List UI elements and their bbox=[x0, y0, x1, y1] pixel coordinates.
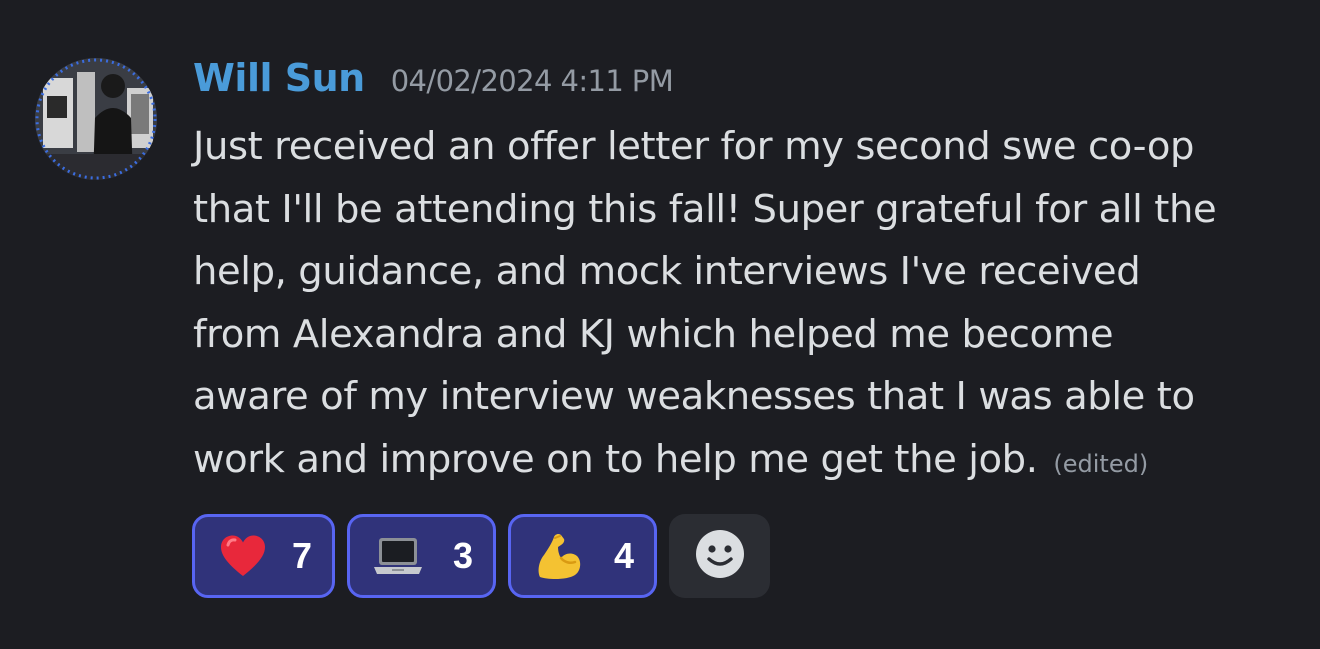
message-line: aware of my interview weaknesses that I … bbox=[193, 374, 1195, 419]
message-line-text: work and improve on to help me get the j… bbox=[193, 436, 1038, 482]
add-reaction-button[interactable] bbox=[669, 514, 770, 598]
avatar[interactable] bbox=[35, 58, 157, 180]
edited-label: (edited) bbox=[1053, 449, 1149, 478]
message-line-last: work and improve on to help me get the j… bbox=[193, 429, 1303, 496]
avatar-image bbox=[35, 58, 157, 180]
message-line: help, guidance, and mock interviews I've… bbox=[193, 249, 1141, 294]
reaction-count: 4 bbox=[613, 535, 634, 576]
reaction-flexed-biceps-button[interactable]: 4 bbox=[508, 514, 657, 598]
username[interactable]: Will Sun bbox=[193, 56, 365, 100]
timestamp: 04/02/2024 4:11 PM bbox=[390, 64, 674, 98]
smiley-add-reaction-icon bbox=[695, 529, 745, 583]
chat-message: Will Sun 04/02/2024 4:11 PM Just receive… bbox=[0, 0, 1320, 649]
reaction-count: 3 bbox=[452, 535, 473, 576]
message-line: from Alexandra and KJ which helped me be… bbox=[193, 311, 1114, 357]
flexed-biceps-icon bbox=[533, 530, 585, 582]
laptop-icon bbox=[372, 530, 424, 582]
reaction-heart-button[interactable]: 7 bbox=[192, 514, 335, 598]
message-line: Just received an offer letter for my sec… bbox=[193, 124, 1195, 169]
message-header: Will Sun 04/02/2024 4:11 PM bbox=[193, 56, 674, 100]
message-line: that I'll be attending this fall! Super … bbox=[193, 186, 1217, 232]
reaction-count: 7 bbox=[291, 535, 312, 576]
reaction-laptop-button[interactable]: 3 bbox=[347, 514, 496, 598]
reaction-bar: 7 3 4 bbox=[192, 514, 770, 598]
message-content: Just received an offer letter for my sec… bbox=[193, 116, 1303, 495]
heart-icon bbox=[217, 530, 269, 582]
